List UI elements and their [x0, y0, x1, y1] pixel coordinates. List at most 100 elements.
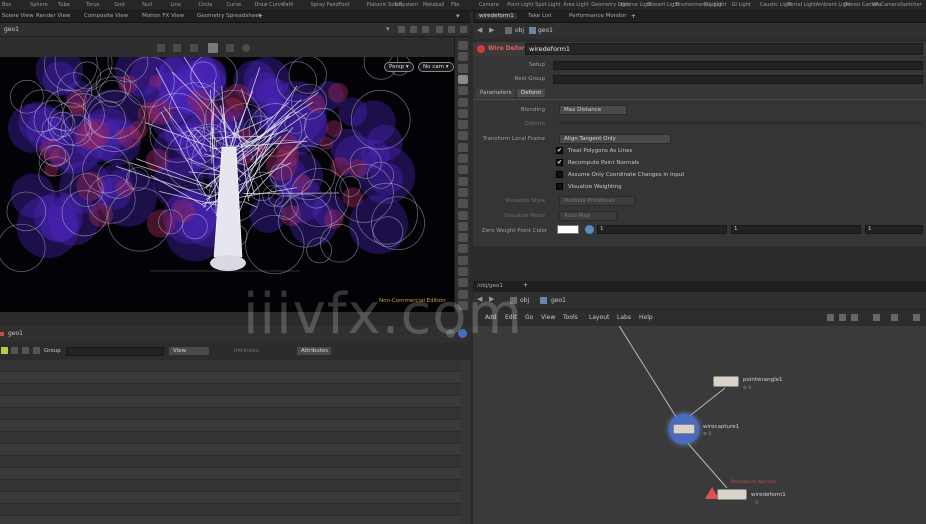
recompute-normals-checkbox[interactable]: ✔ [556, 159, 563, 166]
display-option-icon[interactable] [458, 267, 468, 276]
select-tool-icon[interactable] [157, 44, 165, 52]
net-path-geo[interactable]: geo1 [551, 297, 566, 304]
display-option-icon[interactable] [458, 97, 468, 107]
net-path-obj[interactable]: obj [520, 297, 529, 304]
tab-network-geo1[interactable]: /obj/geo1 [477, 283, 503, 289]
shelf-tool-portal-light[interactable]: Portal Light [788, 2, 816, 8]
shelf-tool-sphere[interactable]: Sphere [30, 2, 48, 8]
shelf-tool-line[interactable]: Line [170, 2, 180, 8]
viewport-path-label[interactable]: geo1 [4, 26, 19, 33]
tab-take-list[interactable]: Take List [528, 13, 552, 19]
display-option-icon[interactable] [458, 154, 468, 163]
close-pane-icon[interactable] [460, 26, 467, 33]
display-option-icon[interactable] [458, 131, 468, 141]
tab-composite-view[interactable]: Composite View [84, 13, 128, 19]
menu-layout[interactable]: Layout [589, 314, 609, 321]
shelf-tool-tube[interactable]: Tube [58, 2, 70, 8]
node-name-field[interactable]: wiredeform1 [525, 43, 923, 55]
display-option-icon[interactable] [458, 278, 468, 288]
shelf-tool-null[interactable]: Null [142, 2, 152, 8]
shelf-tool-camera[interactable]: Camera [479, 2, 499, 8]
display-option-icon[interactable] [458, 86, 468, 96]
home-icon[interactable] [422, 26, 429, 33]
display-option-icon[interactable] [458, 255, 468, 265]
tab-render-view[interactable]: Render View [36, 13, 70, 19]
maximize-icon[interactable] [448, 26, 455, 33]
shelf-tool-box[interactable]: Box [2, 2, 11, 8]
display-option-icon[interactable] [458, 142, 468, 152]
rest-group-field[interactable] [553, 75, 923, 84]
net-forward-arrow-icon[interactable]: ▶ [489, 295, 494, 303]
back-arrow-icon[interactable]: ◀ [477, 26, 482, 34]
attributes-dropdown[interactable]: Attributes [296, 346, 332, 356]
shelf-tool-curve[interactable]: Curve [226, 2, 241, 8]
display-option-icon[interactable] [458, 221, 468, 231]
net-tool-icon-2[interactable] [839, 314, 846, 321]
param-path-obj[interactable]: obj [515, 27, 524, 34]
scene-viewport[interactable]: Persp ▾ No cam ▾ Non-Commercial Edition [0, 57, 454, 312]
view-dropdown[interactable]: View [168, 346, 210, 356]
shelf-tool-spray-paint[interactable]: Spray Paint [311, 2, 339, 8]
add-tab-button[interactable]: + [258, 13, 263, 20]
menu-add[interactable]: Add [485, 314, 497, 321]
menu-edit[interactable]: Edit [505, 314, 517, 321]
shelf-tool-area-light[interactable]: Area Light [563, 2, 589, 8]
add-tab-button-right[interactable]: + [631, 13, 636, 20]
spreadsheet-pin-icon[interactable] [458, 329, 467, 338]
shelf-tool-vr-camera[interactable]: VR Camera [872, 2, 900, 8]
rotate-tool-icon[interactable] [190, 44, 198, 52]
display-option-icon[interactable] [458, 165, 468, 175]
zero-weight-g[interactable]: 1 [731, 225, 861, 234]
tab-motion-fx-view[interactable]: Motion FX View [142, 13, 184, 19]
display-option-icon[interactable] [458, 233, 468, 243]
display-option-icon[interactable] [458, 244, 468, 254]
view-tool-icon[interactable] [208, 43, 218, 53]
visualize-weighting-checkbox[interactable] [556, 183, 563, 190]
path-dropdown-icon[interactable]: ▾ [386, 25, 390, 33]
shelf-tool-font[interactable]: Font [339, 2, 350, 8]
menu-go[interactable]: Go [525, 314, 533, 321]
transform-frame-dropdown[interactable]: Align Tangent Only [559, 134, 671, 144]
treat-polygons-checkbox[interactable]: ✔ [556, 147, 563, 154]
menu-view[interactable]: View [541, 314, 555, 321]
display-option-icon[interactable] [458, 108, 468, 118]
display-option-icon[interactable] [458, 210, 468, 220]
net-tool-icon-1[interactable] [827, 314, 834, 321]
shelf-tool-path[interactable]: Path [283, 2, 294, 8]
display-options-icon[interactable] [242, 44, 250, 52]
net-tool-icon-6[interactable] [913, 314, 920, 321]
pin-icon[interactable] [398, 26, 405, 33]
add-network-tab-button[interactable]: + [523, 282, 528, 289]
shelf-tool-circle[interactable]: Circle [198, 2, 212, 8]
tab-deform[interactable]: Deform [517, 89, 546, 97]
net-tool-icon-5[interactable] [891, 314, 898, 321]
intrinsics-label[interactable]: Intrinsics [234, 348, 259, 354]
tab-parameters[interactable]: Parameters [476, 89, 516, 97]
tab-wiredeform1[interactable]: wiredeform1 [476, 13, 517, 19]
persp-menu[interactable]: Persp ▾ [384, 62, 414, 72]
shelf-tool-file[interactable]: File [451, 2, 459, 8]
shelf-tool-metaball[interactable]: Metaball [423, 2, 444, 8]
shelf-tool-torus[interactable]: Torus [86, 2, 99, 8]
color-picker-icon[interactable] [585, 225, 594, 234]
blending-dropdown[interactable]: Max Distance [559, 105, 627, 115]
zero-weight-swatch[interactable] [557, 225, 579, 234]
display-option-icon[interactable] [458, 63, 468, 73]
visualize-style-dropdown[interactable]: Multiple Primitives [559, 196, 635, 206]
net-tool-icon-3[interactable] [851, 314, 858, 321]
assume-coordinate-checkbox[interactable] [556, 171, 563, 178]
shelf-tool-spot-light[interactable]: Spot Light [535, 2, 560, 8]
shelf-tool-grid[interactable]: Grid [114, 2, 125, 8]
menu-labs[interactable]: Labs [617, 314, 631, 321]
shelf-tool-draw-curve[interactable]: Draw Curve [255, 2, 284, 8]
detail-mode-icon[interactable] [33, 347, 40, 354]
tab-geometry-spreadsheet[interactable]: Geometry Spreadsheet [197, 13, 261, 19]
setup-field[interactable] [553, 61, 923, 70]
shelf-tool-gi-light[interactable]: GI Light [732, 2, 751, 8]
split-icon[interactable] [436, 26, 443, 33]
tab-scene-view[interactable]: Scene View [2, 13, 34, 19]
tab-performance-monitor[interactable]: Performance Monitor [569, 13, 627, 19]
display-option-icon[interactable] [458, 120, 468, 130]
menu-help[interactable]: Help [639, 314, 653, 321]
spreadsheet-table[interactable] [0, 360, 470, 524]
